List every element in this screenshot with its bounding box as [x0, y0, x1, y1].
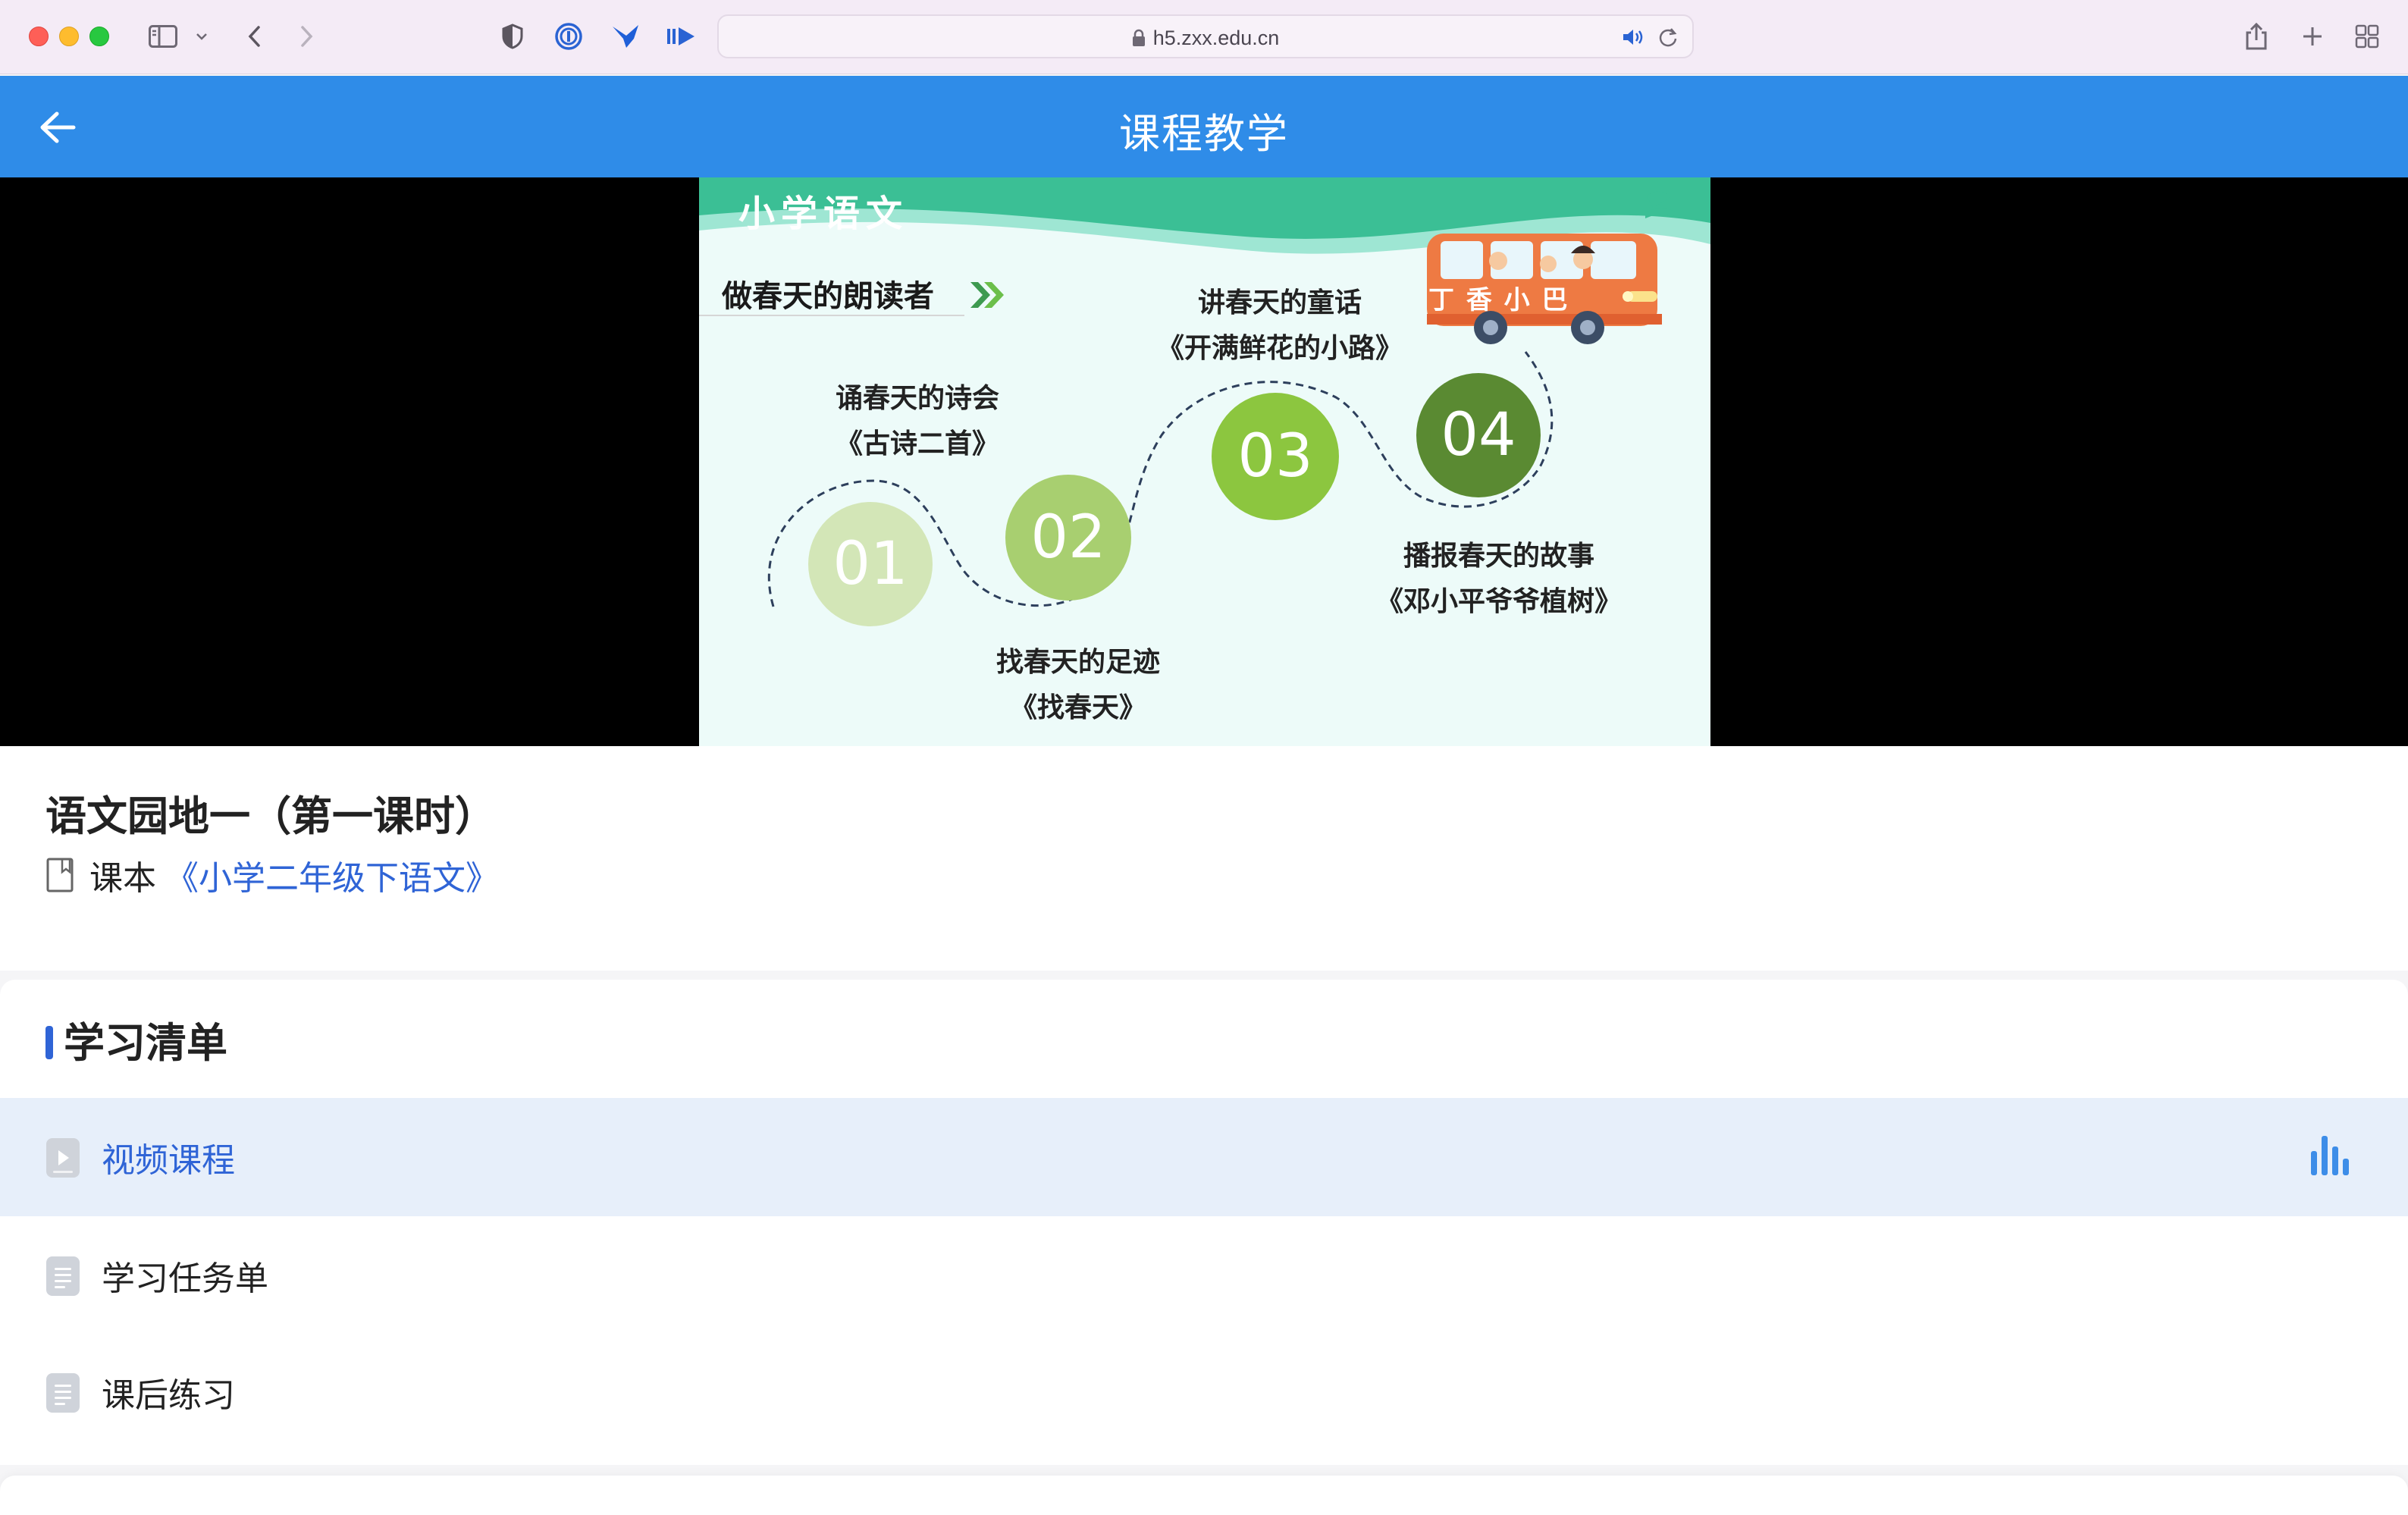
course-info-card: 语文园地一（第一课时） 课本 《小学二年级下语文》: [0, 746, 2408, 971]
video-frame-slide[interactable]: 小学语文 做春天的朗读者 丁 香 小 巴 01 02 03 04 诵春天的诗会 …: [699, 177, 1710, 746]
slide-brand: 小学语文: [738, 193, 909, 235]
section-accent-bar: [45, 1026, 53, 1059]
study-list-header: 学习清单: [45, 1016, 227, 1067]
password-manager-icon[interactable]: [552, 20, 585, 53]
step-02-circle: 02: [1005, 475, 1131, 601]
course-title: 语文园地一（第一课时）: [45, 792, 496, 840]
textbook-row: 课本 《小学二年级下语文》: [45, 852, 499, 898]
zoom-window-button[interactable]: [89, 27, 109, 46]
sidebar-toggle-icon[interactable]: [146, 20, 180, 53]
bird-extension-icon[interactable]: [610, 20, 643, 53]
list-item-label: 课后练习: [102, 1376, 235, 1415]
step-03-book: 《开满鲜花的小路》: [1156, 333, 1403, 364]
step-04-title: 播报春天的故事: [1403, 541, 1594, 572]
step-02-label: 找春天的足迹 《找春天》: [927, 640, 1230, 731]
forward-nav-icon[interactable]: [294, 20, 320, 53]
back-nav-icon[interactable]: [241, 20, 267, 53]
step-02-title: 找春天的足迹: [995, 647, 1160, 678]
list-item-video-course[interactable]: 视频课程: [0, 1098, 2408, 1216]
tab-overview-icon[interactable]: [2352, 20, 2382, 53]
bus-label: 丁 香 小 巴: [1428, 285, 1569, 315]
list-item-label: 视频课程: [102, 1141, 235, 1180]
slide-heading: 做春天的朗读者: [722, 279, 934, 314]
browser-toolbar: h5.zxx.edu.cn: [0, 0, 2408, 74]
lock-icon: [1132, 29, 1145, 46]
step-04-label: 播报春天的故事 《邓小平爷爷植树》: [1336, 534, 1662, 625]
study-list-card: 学习清单 视频课程 学习任务单 课后练习: [0, 980, 2408, 1465]
list-item-label: 学习任务单: [102, 1259, 268, 1298]
textbook-link[interactable]: 《小学二年级下语文》: [165, 851, 499, 899]
step-04-circle: 04: [1416, 373, 1541, 497]
address-bar[interactable]: h5.zxx.edu.cn: [717, 14, 1694, 58]
document-icon: [46, 1256, 80, 1296]
step-01-circle: 01: [808, 502, 933, 626]
step-01-book: 《古诗二首》: [835, 428, 999, 460]
step-03-label: 讲春天的童话 《开满鲜花的小路》: [1128, 281, 1431, 372]
url-display: h5.zxx.edu.cn: [719, 27, 1692, 50]
list-item-task-sheet[interactable]: 学习任务单: [0, 1216, 2408, 1335]
speaker-icon[interactable]: [1619, 20, 1647, 54]
list-item-exercise[interactable]: 课后练习: [0, 1333, 2408, 1451]
audio-bars-icon: [2311, 1136, 2349, 1175]
minimize-window-button[interactable]: [59, 27, 79, 46]
video-file-icon: [46, 1138, 80, 1178]
close-window-button[interactable]: [29, 27, 49, 46]
new-tab-icon[interactable]: [2297, 20, 2328, 53]
page-title: 课程教学: [1119, 110, 1289, 158]
study-list-title: 学习清单: [64, 1018, 227, 1067]
step-01-label: 诵春天的诗会 《古诗二首》: [766, 376, 1069, 467]
next-section-card: [0, 1476, 2408, 1515]
share-icon[interactable]: [2241, 20, 2272, 53]
step-02-book: 《找春天》: [1009, 692, 1146, 723]
document-icon: [46, 1373, 80, 1413]
url-text: h5.zxx.edu.cn: [1152, 27, 1280, 49]
chevron-down-icon[interactable]: [193, 20, 211, 53]
step-03-title: 讲春天的童话: [1197, 287, 1362, 318]
step-03-circle: 03: [1212, 393, 1339, 520]
video-player[interactable]: 小学语文 做春天的朗读者 丁 香 小 巴 01 02 03 04 诵春天的诗会 …: [0, 177, 2408, 746]
app-header: 课程教学: [0, 76, 2408, 177]
shield-icon[interactable]: [497, 20, 528, 53]
reload-icon[interactable]: [1654, 20, 1682, 54]
step-01-title: 诵春天的诗会: [835, 383, 999, 414]
textbook-label: 课本: [89, 859, 156, 898]
book-outline-icon: [46, 858, 74, 892]
reader-extension-icon[interactable]: [664, 20, 698, 53]
step-04-book: 《邓小平爷爷植树》: [1375, 586, 1622, 617]
